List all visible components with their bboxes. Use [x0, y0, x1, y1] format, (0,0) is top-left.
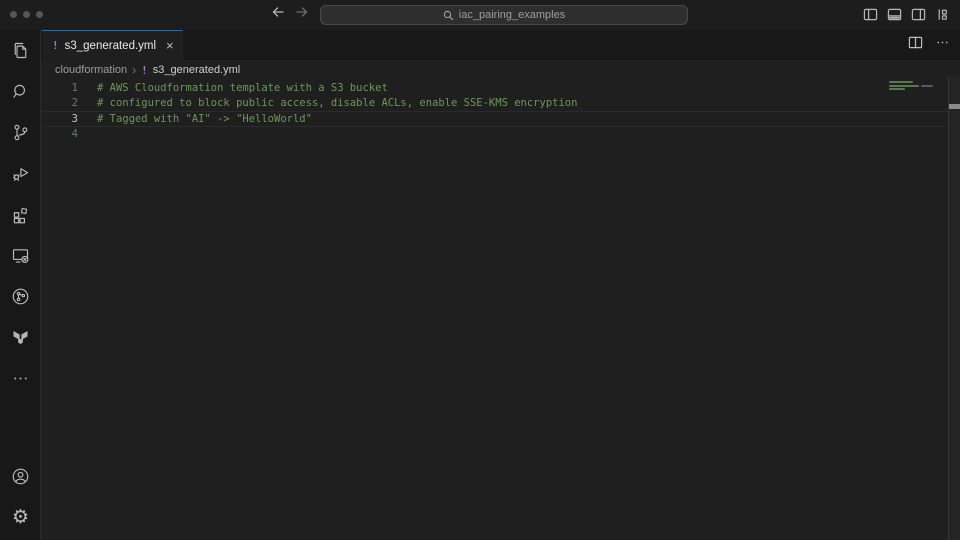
line-number: 1 — [41, 82, 78, 94]
tab-label: s3_generated.yml — [65, 40, 156, 52]
editor-scrollbar[interactable] — [948, 77, 960, 540]
ellipsis-icon — [935, 35, 950, 50]
sidebar-item-remote-explorer[interactable] — [0, 235, 41, 276]
sidebar-item-explorer[interactable] — [0, 30, 41, 71]
sidebar-item-terraform[interactable] — [0, 317, 41, 358]
vscode-window: iac_pairing_examples — [0, 0, 960, 540]
sidebar-item-extensions[interactable] — [0, 194, 41, 235]
git-branch-icon — [10, 122, 31, 143]
close-window-button[interactable] — [10, 11, 17, 18]
breadcrumb-file[interactable]: s3_generated.yml — [153, 64, 240, 76]
code-line[interactable]: 2 # configured to block public access, d… — [41, 96, 948, 112]
settings-button[interactable]: ⚙ — [0, 497, 41, 538]
overview-ruler-cursor-marker — [949, 104, 960, 109]
activity-bar: ⚙ — [0, 30, 41, 540]
search-icon — [10, 81, 31, 102]
ellipsis-icon — [10, 368, 31, 389]
toggle-secondary-sidebar-button[interactable] — [911, 7, 926, 27]
forward-button[interactable] — [294, 4, 310, 20]
yaml-file-icon: ! — [141, 64, 148, 77]
chevron-right-icon: › — [132, 63, 136, 77]
sidebar-item-git-graph[interactable] — [0, 276, 41, 317]
toggle-panel-button[interactable] — [887, 7, 902, 27]
arrow-right-icon — [294, 4, 310, 20]
line-code: # Tagged with "AI" -> "HelloWorld" — [97, 113, 312, 125]
command-center-search[interactable]: iac_pairing_examples — [320, 5, 688, 25]
account-icon — [10, 466, 31, 487]
line-number: 3 — [41, 113, 78, 125]
code-lines: 1 # AWS Cloudformation template with a S… — [41, 80, 948, 142]
line-number: 2 — [41, 97, 78, 109]
arrow-left-icon — [270, 4, 286, 20]
panel-left-icon — [863, 7, 878, 22]
split-editor-button[interactable] — [908, 35, 923, 55]
search-value: iac_pairing_examples — [459, 9, 565, 21]
line-code: # configured to block public access, dis… — [97, 97, 577, 109]
sidebar-item-search[interactable] — [0, 71, 41, 112]
editor-more-actions-button[interactable] — [935, 35, 950, 55]
extensions-icon — [10, 204, 31, 225]
panel-right-icon — [911, 7, 926, 22]
minimap[interactable] — [880, 81, 948, 281]
git-graph-icon — [10, 286, 31, 307]
line-number: 4 — [41, 128, 78, 140]
editor-group: ! s3_generated.yml × — [41, 30, 960, 540]
breadcrumb-folder[interactable]: cloudformation — [55, 64, 127, 76]
code-line-active[interactable]: 3 # Tagged with "AI" -> "HelloWorld" — [41, 111, 948, 127]
code-editor[interactable]: 1 # AWS Cloudformation template with a S… — [41, 80, 960, 540]
gear-icon: ⚙ — [12, 508, 29, 527]
breadcrumb: cloudformation › ! s3_generated.yml — [41, 60, 960, 80]
code-line[interactable]: 4 — [41, 127, 948, 143]
accounts-button[interactable] — [0, 456, 41, 497]
layout-customize-icon — [935, 7, 950, 22]
search-icon — [443, 10, 454, 21]
code-line[interactable]: 1 # AWS Cloudformation template with a S… — [41, 80, 948, 96]
minimize-window-button[interactable] — [23, 11, 30, 18]
back-button[interactable] — [270, 4, 286, 20]
title-bar: iac_pairing_examples — [0, 0, 960, 30]
line-code: # AWS Cloudformation template with a S3 … — [97, 82, 388, 94]
run-debug-icon — [10, 163, 31, 184]
panel-bottom-icon — [887, 7, 902, 22]
files-icon — [10, 40, 31, 61]
tab-s3-generated-yml[interactable]: ! s3_generated.yml × — [42, 30, 183, 60]
sidebar-item-source-control[interactable] — [0, 112, 41, 153]
split-editor-icon — [908, 35, 923, 50]
close-tab-button[interactable]: × — [166, 39, 174, 52]
customize-layout-button[interactable] — [935, 7, 950, 27]
remote-explorer-icon — [10, 245, 31, 266]
yaml-file-icon: ! — [52, 39, 59, 52]
additional-views-button[interactable] — [0, 358, 41, 399]
window-controls[interactable] — [10, 11, 43, 18]
maximize-window-button[interactable] — [36, 11, 43, 18]
sidebar-item-run-and-debug[interactable] — [0, 153, 41, 194]
toggle-primary-sidebar-button[interactable] — [863, 7, 878, 27]
tab-bar: ! s3_generated.yml × — [41, 30, 960, 60]
terraform-icon — [10, 327, 31, 348]
